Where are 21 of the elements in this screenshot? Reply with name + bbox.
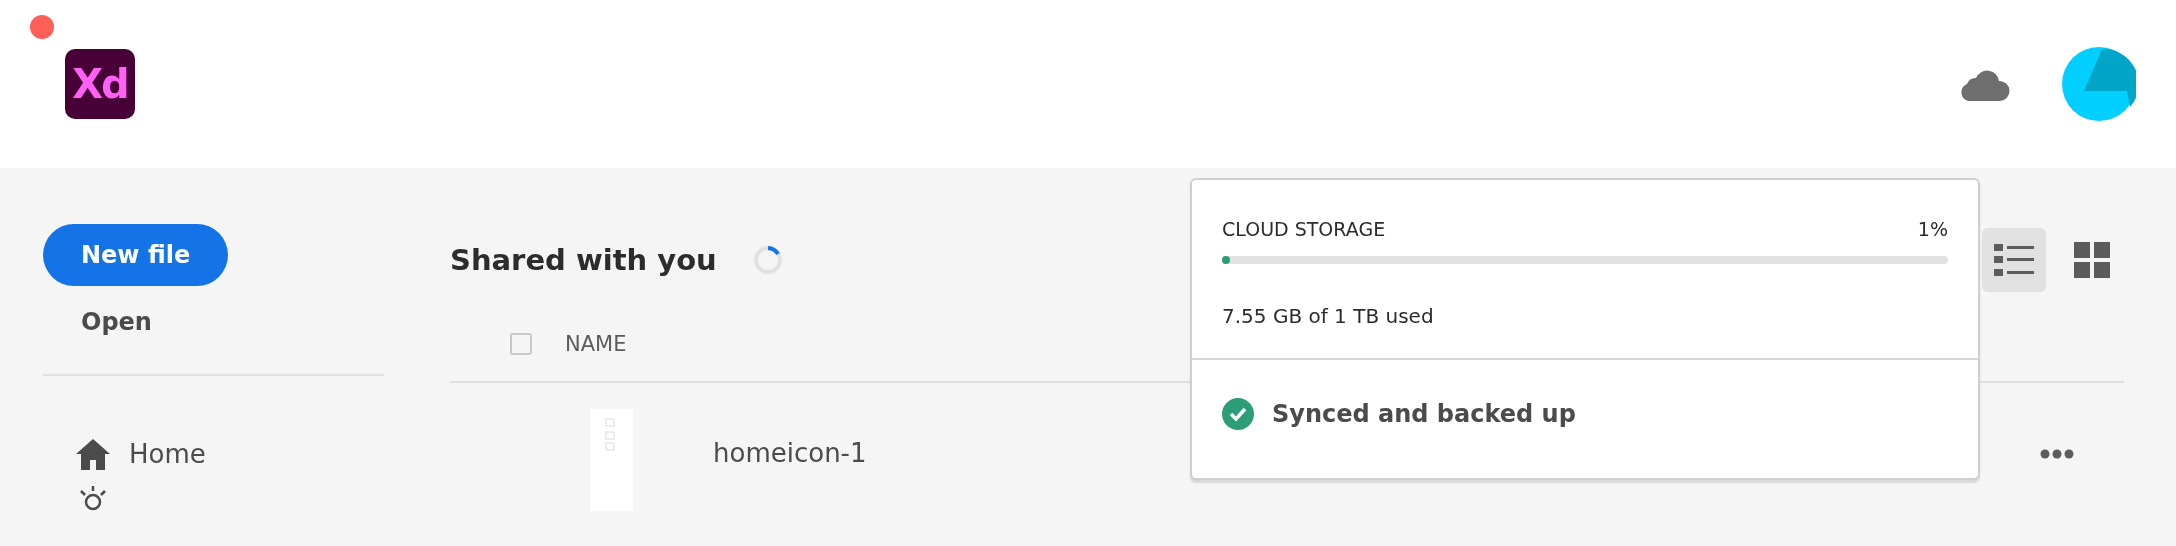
more-icon[interactable] xyxy=(2040,449,2074,459)
check-icon xyxy=(1222,398,1254,430)
list-view-icon xyxy=(1994,242,2034,278)
avatar[interactable] xyxy=(2062,47,2136,121)
sync-status: Synced and backed up xyxy=(1272,400,1576,428)
storage-label: CLOUD STORAGE xyxy=(1222,218,1386,240)
home-icon xyxy=(75,438,111,470)
app-logo: Xd xyxy=(65,49,135,119)
grid-view-icon xyxy=(2072,242,2112,278)
sidebar-item[interactable]: Home xyxy=(75,438,206,470)
loading-spinner xyxy=(752,245,783,275)
list-view-button[interactable] xyxy=(1982,228,2046,292)
storage-usage: 7.55 GB of 1 TB used xyxy=(1222,304,1435,328)
new-file-button[interactable]: New file xyxy=(43,224,229,286)
column-header[interactable]: NAME xyxy=(565,332,627,356)
select-all-checkbox[interactable] xyxy=(510,333,532,355)
open-link[interactable]: Open xyxy=(81,308,152,336)
close-window-button[interactable] xyxy=(30,15,54,39)
page-title: Shared with you xyxy=(450,243,717,277)
storage-percent: 1% xyxy=(1917,218,1948,240)
file-name[interactable]: homeicon-1 xyxy=(713,438,867,468)
